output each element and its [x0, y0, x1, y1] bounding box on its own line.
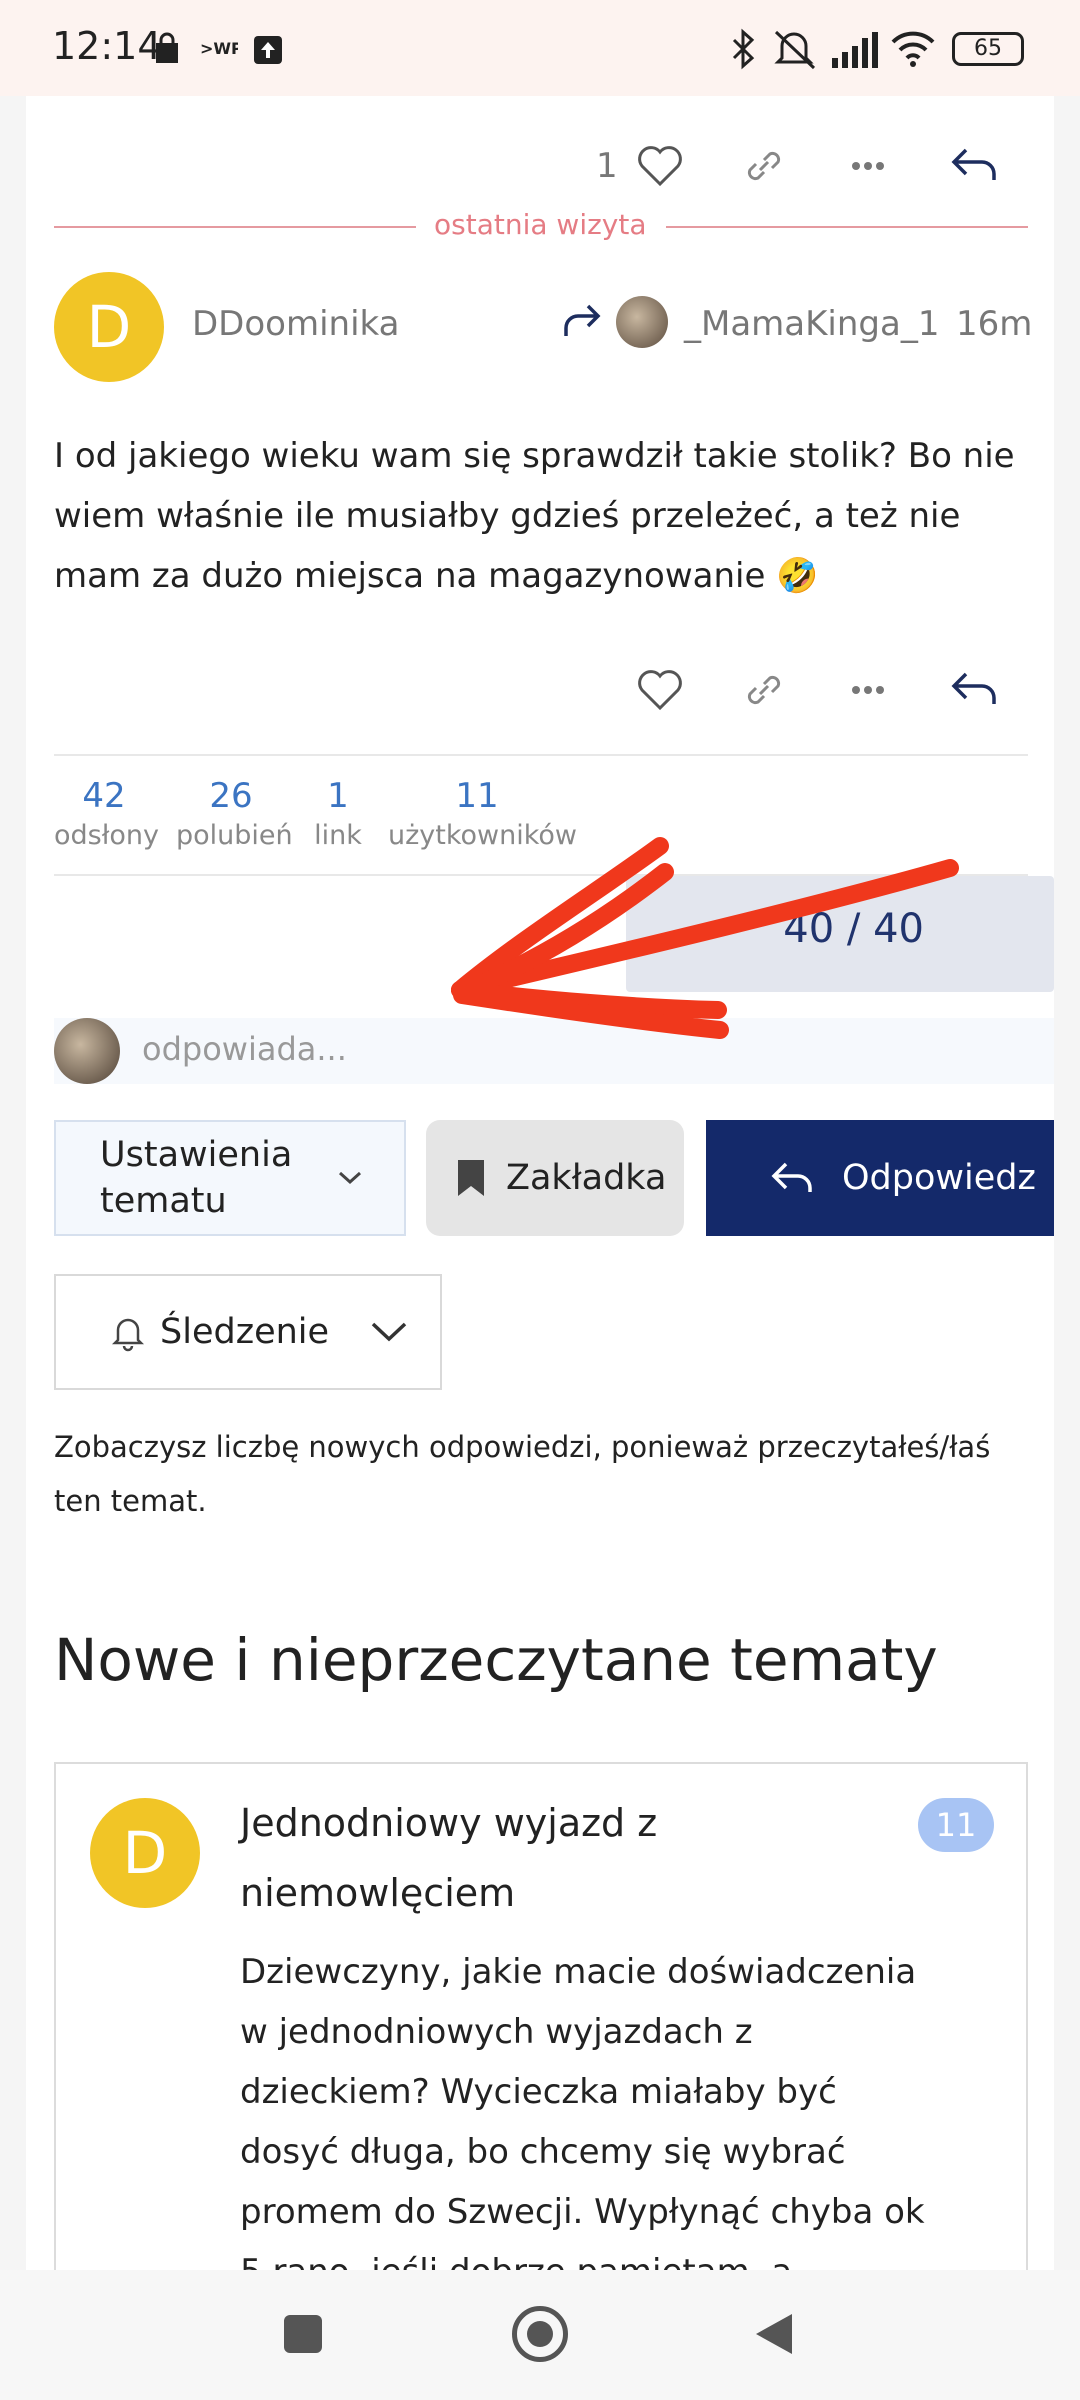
heart-icon[interactable] — [630, 660, 690, 720]
post-body: I od jakiego wieku wam się sprawdził tak… — [54, 436, 1015, 596]
battery-icon: 65 — [952, 32, 1024, 66]
bluetooth-icon — [732, 28, 755, 70]
heart-icon[interactable] — [630, 136, 690, 196]
bookmark-icon — [458, 1160, 484, 1196]
reply-icon[interactable] — [944, 136, 1004, 196]
reply-icon[interactable] — [944, 660, 1004, 720]
last-visit-label: ostatnia wizyta — [434, 208, 647, 241]
topic-title[interactable]: Jednodniowy wyjazd z niemowlęciem — [240, 1788, 900, 1928]
topic-page: 1 ostatnia wizyta D DDoominika _MamaKing… — [26, 96, 1054, 2270]
reply-to-arrow-icon — [564, 304, 601, 336]
topic-card[interactable]: D Jednodniowy wyjazd z niemowlęciem 11 D… — [54, 1762, 1028, 2270]
home-dot — [527, 2321, 553, 2347]
status-bar: 12:14 >WP 65 — [0, 0, 1080, 96]
topic-settings-label: Ustawienia tematu — [100, 1135, 293, 1221]
battery-level: 65 — [974, 36, 1002, 61]
upload-icon — [254, 36, 282, 64]
reply-to-user[interactable]: _MamaKinga_1 — [684, 304, 939, 344]
last-visit-line-right — [666, 226, 1028, 228]
reply-button[interactable]: Odpowiedz — [706, 1120, 1054, 1236]
topic-settings-button[interactable]: Ustawienia tematu — [54, 1120, 406, 1236]
typing-user-avatar — [54, 1018, 120, 1084]
tracking-notice: Zobaczysz liczbę nowych odpowiedzi, poni… — [54, 1430, 991, 1518]
shopping-bag-icon — [156, 32, 178, 63]
bookmark-button[interactable]: Zakładka — [426, 1120, 684, 1236]
svg-text:>WP: >WP — [200, 39, 238, 58]
reply-icon — [771, 1162, 812, 1192]
more-icon[interactable] — [838, 660, 898, 720]
typing-text: odpowiada... — [142, 1030, 347, 1068]
post-time[interactable]: 16m — [956, 304, 1032, 344]
stat-users[interactable]: 11 użytkowników — [388, 776, 577, 851]
unread-badge[interactable]: 11 — [918, 1798, 994, 1852]
system-nav-bar — [0, 2270, 1080, 2400]
link-icon[interactable] — [734, 136, 794, 196]
chevron-down-icon — [371, 1322, 407, 1342]
stat-links[interactable]: 1 link — [308, 776, 368, 851]
chevron-down-icon — [338, 1171, 362, 1185]
topic-author-avatar[interactable]: D — [90, 1798, 200, 1908]
more-icon[interactable] — [838, 136, 898, 196]
last-visit-line-left — [54, 226, 416, 228]
bell-icon — [111, 1318, 145, 1352]
like-count: 1 — [596, 146, 618, 186]
recent-apps-icon[interactable] — [284, 2315, 322, 2353]
home-icon[interactable] — [512, 2306, 568, 2362]
clock: 12:14 — [52, 24, 162, 68]
back-icon[interactable] — [752, 2310, 796, 2358]
mute-icon — [774, 30, 816, 70]
signal-icon — [832, 32, 878, 68]
link-icon[interactable] — [734, 660, 794, 720]
post-divider — [54, 754, 1028, 756]
tracking-dropdown[interactable]: Śledzenie — [54, 1274, 442, 1390]
topic-progress[interactable]: 40 / 40 — [626, 876, 1054, 992]
topic-excerpt: Dziewczyny, jakie macie doświadczenia w … — [240, 1952, 925, 2270]
author-avatar[interactable]: D — [54, 272, 164, 382]
section-title: Nowe i nieprzeczytane tematy — [54, 1626, 938, 1694]
stat-views[interactable]: 42 odsłony — [54, 776, 159, 851]
wp-app-icon: >WP — [200, 39, 238, 58]
reply-to-avatar[interactable] — [616, 296, 668, 348]
wifi-icon — [891, 31, 935, 67]
author-name[interactable]: DDoominika — [192, 304, 399, 344]
typing-indicator: odpowiada... — [54, 1018, 1054, 1084]
stat-likes[interactable]: 26 polubień — [176, 776, 293, 851]
progress-text: 40 / 40 — [783, 906, 924, 952]
